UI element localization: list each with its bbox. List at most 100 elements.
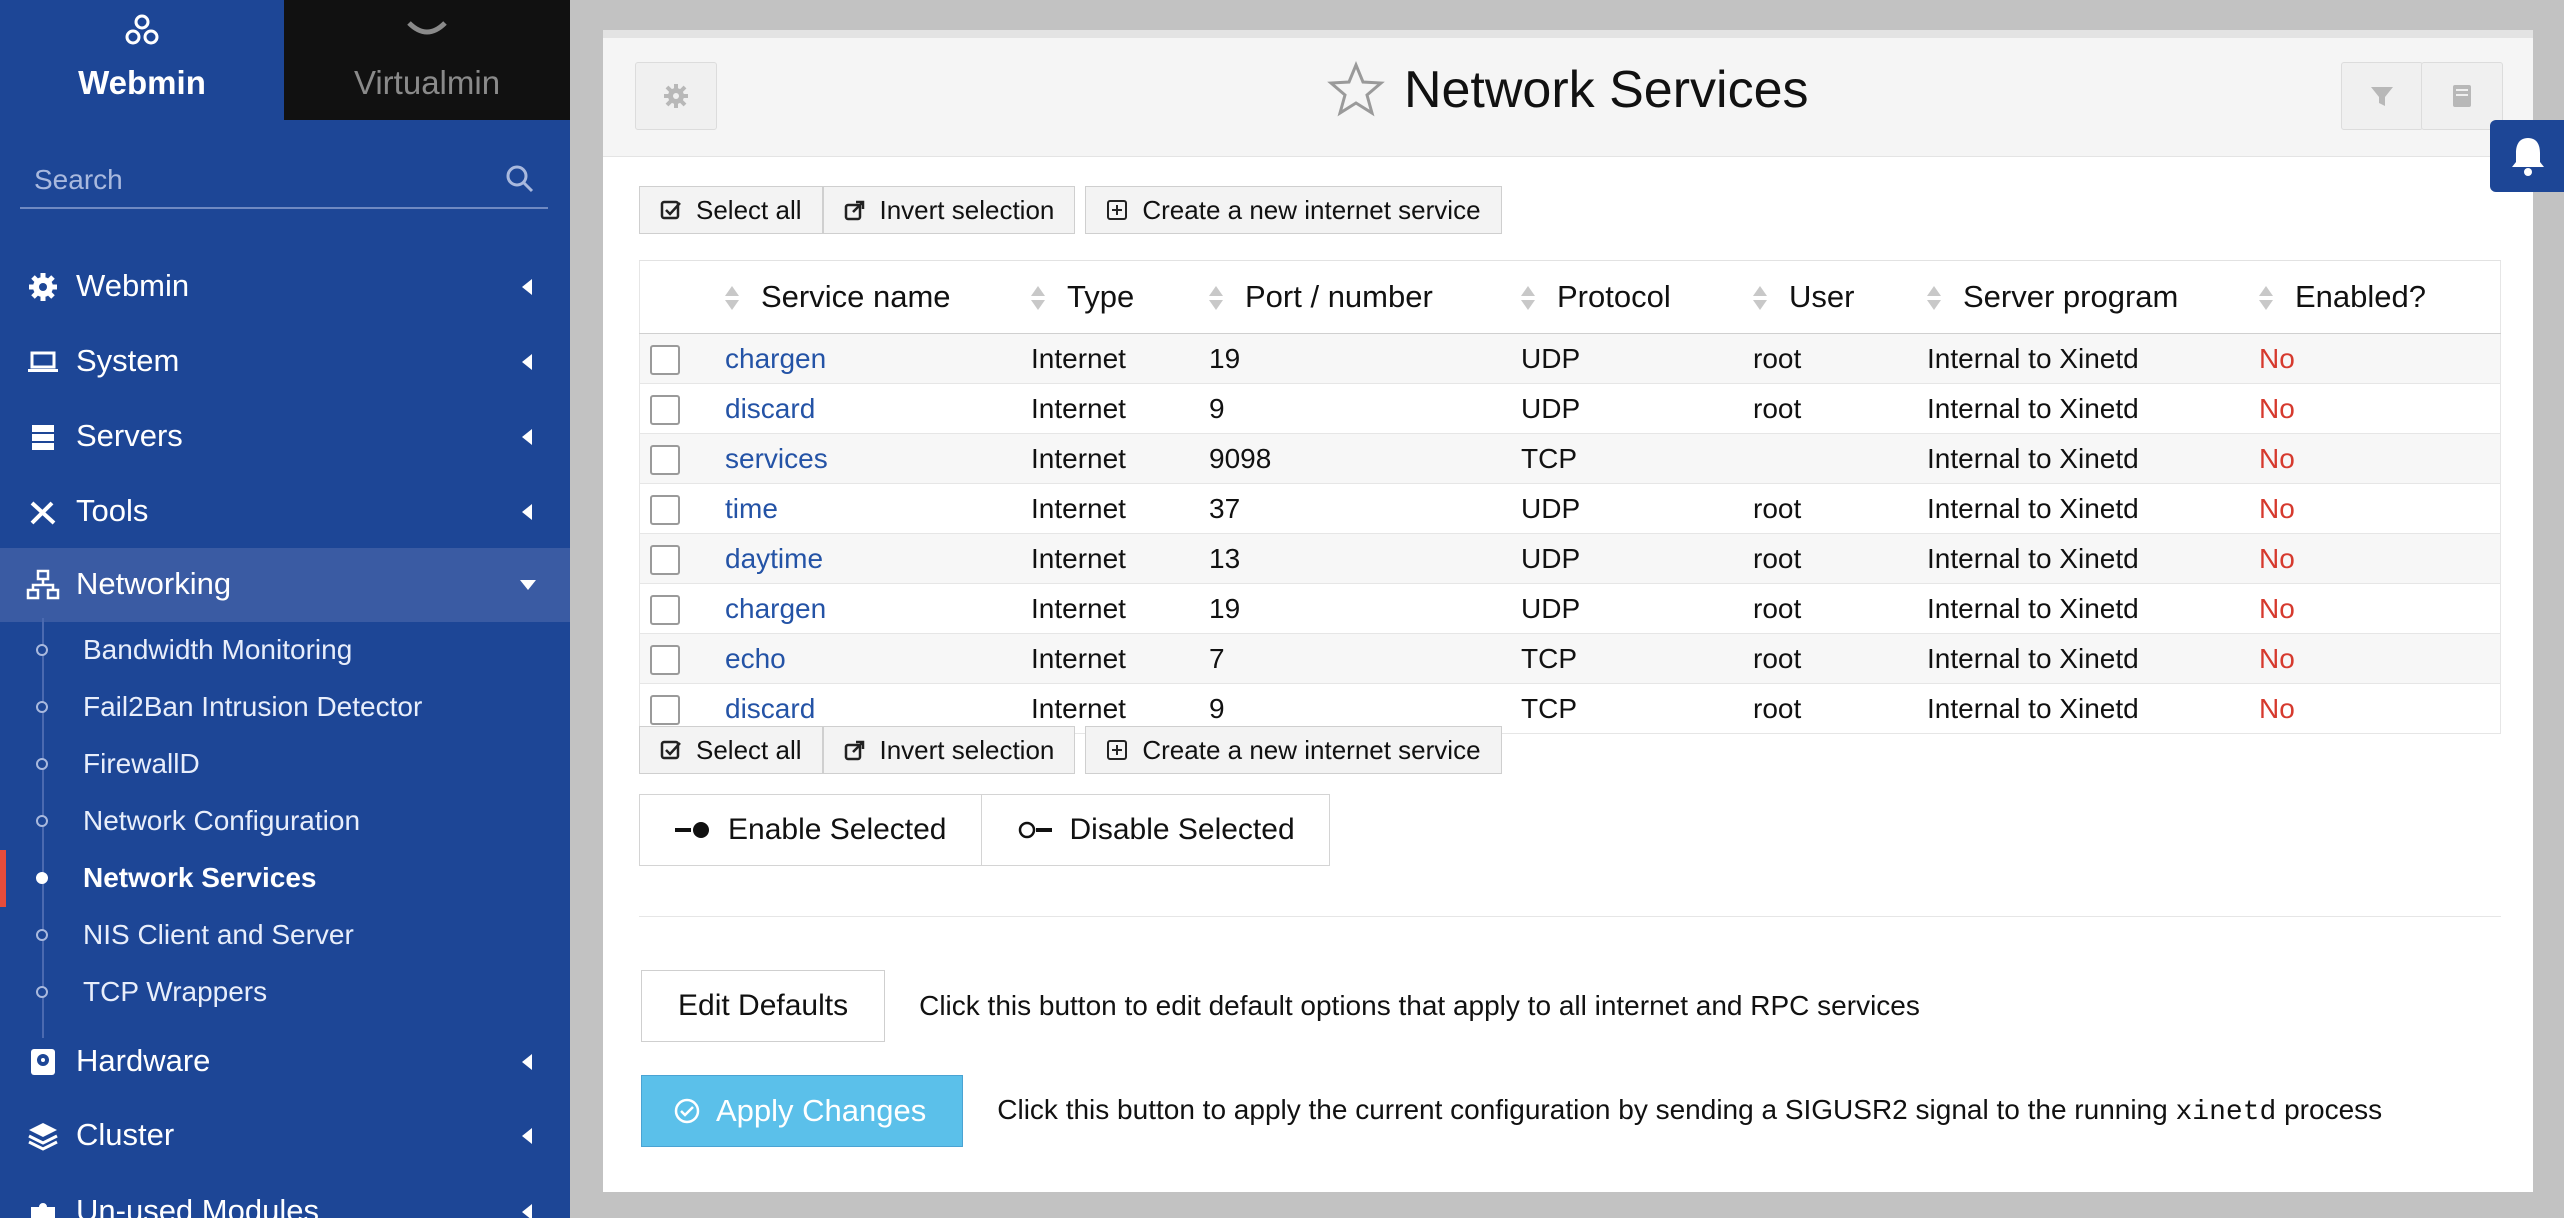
table-row: daytime Internet 13 UDP root Internal to Xine… — [639, 533, 2501, 584]
create-service-button[interactable]: Create a new internet service — [1085, 726, 1502, 774]
user-cell: root — [1752, 483, 1926, 534]
service-name-link[interactable]: chargen — [724, 333, 1030, 384]
apply-changes-button[interactable]: Apply Changes — [641, 1075, 964, 1147]
share-square-icon — [844, 200, 864, 221]
service-name-link[interactable]: services — [724, 433, 1030, 484]
toggle-on-icon — [675, 822, 709, 838]
disable-selected-button[interactable]: Disable Selected — [981, 794, 1330, 866]
chevron-left-icon — [522, 354, 532, 370]
header-protocol[interactable]: Protocol — [1520, 260, 1752, 334]
sidebar-item-firewalld[interactable]: FirewallD — [0, 736, 570, 793]
table-row: chargen Internet 19 UDP root Internal to Xine… — [639, 333, 2501, 384]
help-book-button[interactable] — [2421, 62, 2503, 130]
menu-item-servers[interactable]: Servers — [0, 400, 570, 474]
row-checkbox[interactable] — [650, 694, 680, 725]
sidebar-item-bandwidth-monitoring[interactable]: Bandwidth Monitoring — [0, 622, 570, 679]
row-checkbox[interactable] — [650, 344, 680, 375]
create-service-button[interactable]: Create a new internet service — [1085, 186, 1502, 234]
enable-disable-group: Enable Selected Disable Selected — [639, 794, 1330, 866]
type-cell: Internet — [1030, 433, 1208, 484]
chevron-down-icon — [520, 580, 536, 590]
header-port[interactable]: Port / number — [1208, 260, 1520, 334]
sort-icon — [1753, 284, 1767, 314]
virtualmin-brand-tab[interactable]: Virtualmin — [284, 0, 570, 120]
menu-item-networking[interactable]: Networking — [0, 548, 570, 622]
sort-icon — [1209, 284, 1223, 314]
header-user[interactable]: User — [1752, 260, 1926, 334]
sidebar-search — [20, 155, 548, 209]
create-service-label: Create a new internet service — [1142, 194, 1481, 225]
row-checkbox[interactable] — [650, 594, 680, 625]
sidebar-item-network-configuration[interactable]: Network Configuration — [0, 793, 570, 850]
webmin-logo-icon — [0, 12, 284, 59]
row-checkbox[interactable] — [650, 644, 680, 675]
edit-defaults-button[interactable]: Edit Defaults — [641, 970, 886, 1042]
sidebar-item-label: Network Services — [83, 862, 317, 893]
disable-selected-label: Disable Selected — [1069, 813, 1295, 846]
table-row: discard Internet 9 UDP root Internal to Xinet… — [639, 383, 2501, 434]
plus-square-icon — [1107, 200, 1128, 220]
sidebar-item-nis[interactable]: NIS Client and Server — [0, 907, 570, 964]
row-checkbox[interactable] — [650, 394, 680, 425]
menu-item-tools[interactable]: Tools — [0, 475, 570, 549]
apply-changes-description: Click this button to apply the current c… — [997, 1094, 2383, 1128]
service-name-link[interactable]: discard — [724, 383, 1030, 434]
sidebar-item-fail2ban[interactable]: Fail2Ban Intrusion Detector — [0, 679, 570, 736]
header-service-name[interactable]: Service name — [724, 260, 1030, 334]
filter-icon — [2371, 87, 2393, 106]
xinetd-code: xinetd — [2175, 1097, 2277, 1128]
user-cell: root — [1752, 383, 1926, 434]
service-name-link[interactable]: daytime — [724, 533, 1030, 584]
invert-selection-button[interactable]: Invert selection — [822, 726, 1076, 774]
sort-icon — [725, 284, 739, 314]
port-cell: 13 — [1208, 533, 1520, 584]
sidebar-item-label: NIS Client and Server — [83, 919, 354, 950]
virtualmin-logo-icon — [284, 12, 570, 52]
filter-button[interactable] — [2341, 62, 2423, 130]
sidebar-item-network-services[interactable]: Network Services — [0, 850, 570, 907]
webmin-brand-label: Webmin — [78, 64, 206, 101]
sidebar-item-tcp-wrappers[interactable]: TCP Wrappers — [0, 964, 570, 1021]
row-select-cell — [639, 583, 724, 634]
menu-item-unused-modules[interactable]: Un-used Modules — [0, 1175, 570, 1218]
row-checkbox[interactable] — [650, 544, 680, 575]
page-title: Network Services — [1403, 61, 1809, 119]
enabled-status: No — [2258, 383, 2501, 434]
enabled-status: No — [2258, 433, 2501, 484]
menu-item-hardware[interactable]: Hardware — [0, 1025, 570, 1099]
row-checkbox[interactable] — [650, 494, 680, 525]
webmin-brand-tab[interactable]: Webmin — [0, 0, 284, 120]
search-input[interactable] — [32, 159, 496, 201]
sidebar-item-label: Network Configuration — [83, 805, 361, 836]
header-select — [639, 260, 724, 334]
header-type[interactable]: Type — [1030, 260, 1208, 334]
chevron-left-icon — [522, 504, 532, 520]
server-program-cell: Internal to Xinetd — [1926, 533, 2258, 584]
top-action-bar: Select all Invert selection Create a new… — [639, 186, 1502, 236]
menu-item-cluster[interactable]: Cluster — [0, 1099, 570, 1173]
service-name-link[interactable]: time — [724, 483, 1030, 534]
star-icon[interactable] — [1327, 61, 1386, 119]
search-icon[interactable] — [504, 163, 536, 195]
select-all-button[interactable]: Select all — [639, 186, 823, 234]
row-checkbox[interactable] — [650, 444, 680, 475]
service-name-link[interactable]: echo — [724, 633, 1030, 684]
type-cell: Internet — [1030, 383, 1208, 434]
type-cell: Internet — [1030, 583, 1208, 634]
row-select-cell — [639, 333, 724, 384]
check-circle-icon — [674, 1098, 700, 1124]
service-name-link[interactable]: chargen — [724, 583, 1030, 634]
notifications-button[interactable] — [2490, 120, 2564, 192]
share-square-icon — [844, 740, 864, 761]
enable-selected-button[interactable]: Enable Selected — [639, 794, 982, 866]
apply-changes-row: Apply Changes Click this button to apply… — [641, 1075, 2382, 1147]
menu-item-system[interactable]: System — [0, 325, 570, 399]
row-select-cell — [639, 383, 724, 434]
menu-item-webmin[interactable]: Webmin — [0, 250, 570, 324]
header-enabled[interactable]: Enabled? — [2258, 260, 2501, 334]
invert-selection-button[interactable]: Invert selection — [822, 186, 1076, 234]
select-all-button[interactable]: Select all — [639, 726, 823, 774]
header-server-program[interactable]: Server program — [1926, 260, 2258, 334]
sidebar-item-label: TCP Wrappers — [83, 976, 268, 1007]
panel-header: Network Services — [603, 38, 2533, 157]
